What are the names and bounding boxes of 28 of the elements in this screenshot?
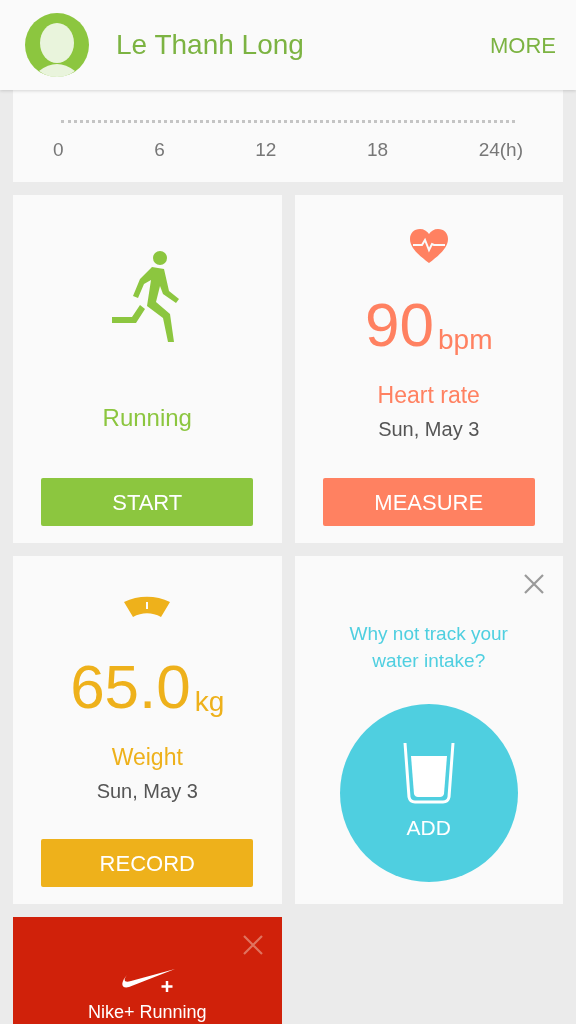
unit-label: kg bbox=[194, 688, 225, 716]
close-icon[interactable] bbox=[241, 934, 264, 956]
time-tick-label: 18 bbox=[366, 138, 389, 162]
avatar-icon[interactable] bbox=[25, 13, 89, 77]
activity-label: Running bbox=[102, 403, 192, 433]
action-button[interactable]: RECORD bbox=[41, 839, 254, 887]
time-tick-label: 12 bbox=[255, 138, 277, 162]
action-button[interactable]: MEASURE bbox=[322, 478, 535, 526]
prompt-message: Why not track your water intake? bbox=[348, 622, 509, 673]
more-button[interactable]: MORE bbox=[490, 28, 556, 62]
measurement-value: 90 bbox=[365, 294, 434, 356]
heart-pulse-icon bbox=[408, 228, 449, 264]
action-button[interactable]: START bbox=[41, 478, 254, 526]
date-label: Sun, May 3 bbox=[96, 781, 198, 801]
measurement-value: 65.0 bbox=[70, 656, 191, 718]
unit-label: bpm bbox=[438, 326, 493, 354]
add-water-button[interactable]: ADD bbox=[339, 704, 518, 882]
time-tick-label: 0 bbox=[53, 138, 64, 162]
time-tick-label: 24(h) bbox=[478, 138, 523, 162]
glass-icon bbox=[402, 742, 455, 805]
time-tick-label: 6 bbox=[154, 138, 165, 162]
measurement-label: Heart rate bbox=[377, 384, 480, 407]
measurement-label: Weight bbox=[111, 746, 183, 769]
close-icon[interactable] bbox=[523, 573, 545, 595]
user-name: Le Thanh Long bbox=[116, 28, 304, 62]
partner-label: Nike+ Running bbox=[87, 1003, 207, 1021]
scale-icon bbox=[123, 596, 172, 618]
date-label: Sun, May 3 bbox=[378, 419, 480, 439]
